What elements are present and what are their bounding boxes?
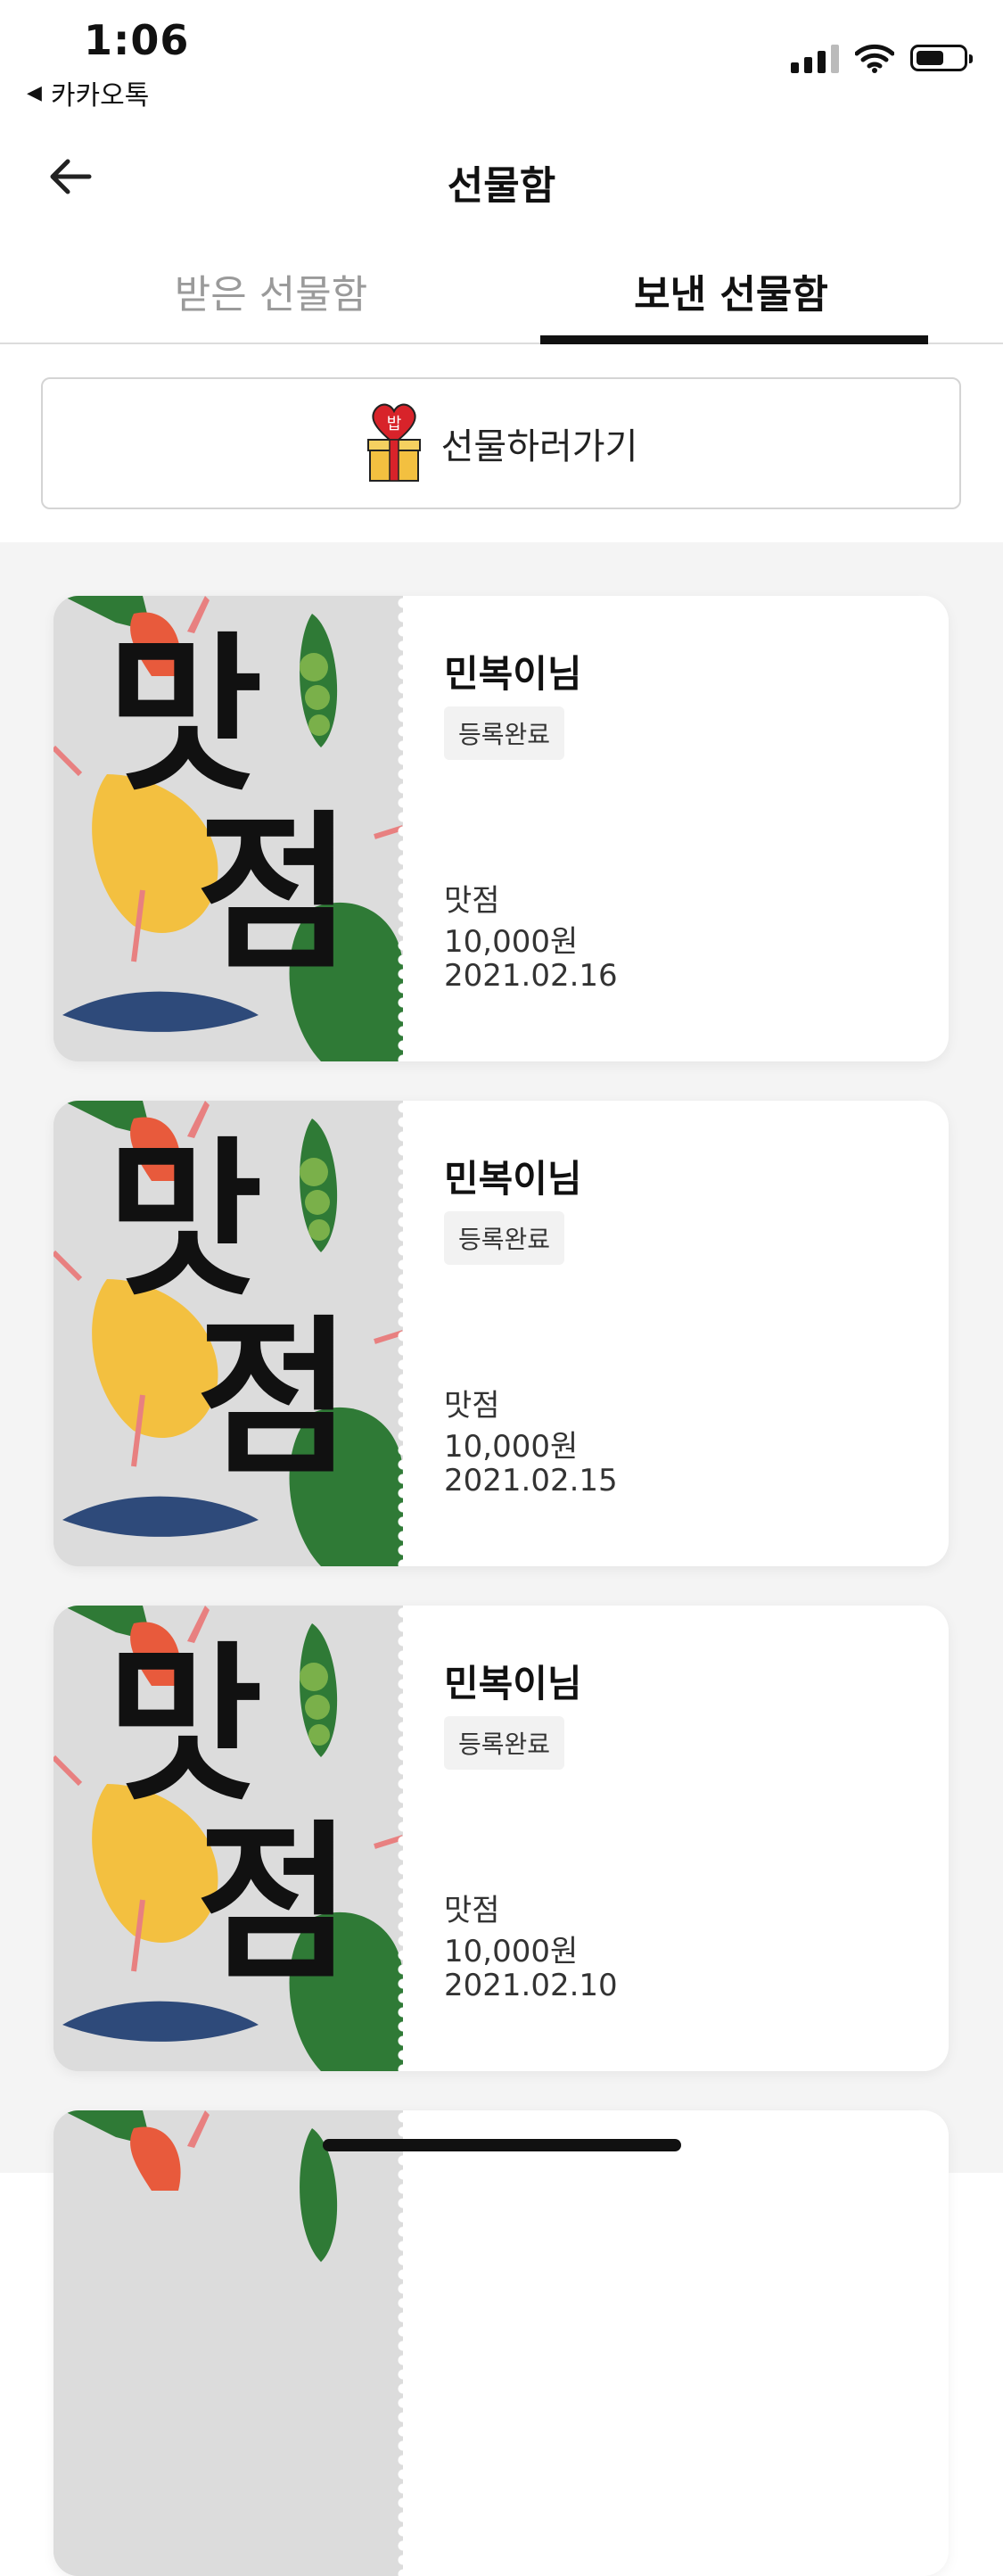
recipient-name: 민복이님 xyxy=(444,1662,582,1705)
wifi-icon xyxy=(855,44,894,73)
page-title: 선물함 xyxy=(447,163,556,209)
status-badge: 등록완료 xyxy=(444,1716,565,1770)
back-to-app-link[interactable]: ◀ 카카오톡 xyxy=(27,73,149,112)
ticket-perforation xyxy=(396,596,410,1061)
tab-sent-gifts[interactable]: 보낸 선물함 xyxy=(535,262,927,319)
item-price: 10,000원 xyxy=(444,924,579,960)
header: 선물함 xyxy=(0,125,1003,227)
status-badge: 등록완료 xyxy=(444,706,565,760)
gift-card[interactable]: 맛 점 민복이님 등록완료 맛점 10,000원 2021.02.15 xyxy=(53,1101,949,1566)
coupon-text-jeom: 점 xyxy=(196,1300,352,1498)
status-icons xyxy=(791,43,973,73)
ticket-perforation xyxy=(396,1101,410,1566)
coupon-image: 맛 점 xyxy=(53,1606,403,2071)
home-indicator[interactable] xyxy=(323,2139,681,2151)
coupon-image: 맛 점 xyxy=(53,1101,403,1566)
coupon-text-mat: 맛 xyxy=(107,1627,263,1824)
ticket-perforation xyxy=(396,1606,410,2071)
recipient-name: 민복이님 xyxy=(444,652,582,696)
gift-card[interactable]: 맛 점 민복이님 등록완료 맛점 10,000원 2021.02.16 xyxy=(53,596,949,1061)
coupon-text-mat: 맛 xyxy=(107,1122,263,1319)
item-date: 2021.02.10 xyxy=(444,1968,618,2003)
coupon-text-jeom: 점 xyxy=(196,796,352,993)
gift-card[interactable]: 맛 점 민복이님 등록완료 맛점 10,000원 2021.02.10 xyxy=(53,1606,949,2071)
item-date: 2021.02.16 xyxy=(444,958,618,994)
battery-icon xyxy=(910,45,973,71)
item-name: 맛점 xyxy=(444,1893,500,1928)
back-app-label: 카카오톡 xyxy=(50,80,150,111)
status-badge: 등록완료 xyxy=(444,1211,565,1265)
cellular-signal-icon xyxy=(791,43,839,73)
gift-card-partial[interactable] xyxy=(53,2110,949,2576)
gift-icon-text: 밥 xyxy=(386,415,401,433)
card-info: 민복이님 등록완료 맛점 10,000원 2021.02.10 xyxy=(444,1606,949,2071)
coupon-image: 맛 점 xyxy=(53,596,403,1061)
active-tab-indicator xyxy=(540,335,928,344)
gift-button-area: 밥 선물하러가기 xyxy=(0,344,1003,542)
item-date: 2021.02.15 xyxy=(444,1463,618,1499)
status-bar: 1:06 ◀ 카카오톡 xyxy=(0,0,1003,116)
back-triangle-icon: ◀ xyxy=(27,81,42,104)
coupon-text-mat: 맛 xyxy=(107,617,263,814)
item-price: 10,000원 xyxy=(444,1429,579,1465)
recipient-name: 민복이님 xyxy=(444,1157,582,1201)
ticket-perforation xyxy=(396,2110,410,2576)
go-gift-button[interactable]: 밥 선물하러가기 xyxy=(41,377,961,509)
card-info: 민복이님 등록완료 맛점 10,000원 2021.02.15 xyxy=(444,1101,949,1566)
gift-box-icon: 밥 xyxy=(366,403,421,482)
coupon-text-jeom: 점 xyxy=(196,1805,352,2002)
sent-gift-list: 맛 점 민복이님 등록완료 맛점 10,000원 2021.02.16 맛 점 … xyxy=(0,542,1003,2576)
card-info: 민복이님 등록완료 맛점 10,000원 2021.02.16 xyxy=(444,596,949,1061)
tab-bar: 받은 선물함 보낸 선물함 xyxy=(0,250,1003,344)
item-price: 10,000원 xyxy=(444,1934,579,1969)
coupon-image xyxy=(53,2110,403,2576)
item-name: 맛점 xyxy=(444,1388,500,1424)
status-time: 1:06 xyxy=(84,16,190,64)
go-gift-label: 선물하러가기 xyxy=(440,426,638,467)
item-name: 맛점 xyxy=(444,883,500,919)
tab-received-gifts[interactable]: 받은 선물함 xyxy=(75,262,467,319)
